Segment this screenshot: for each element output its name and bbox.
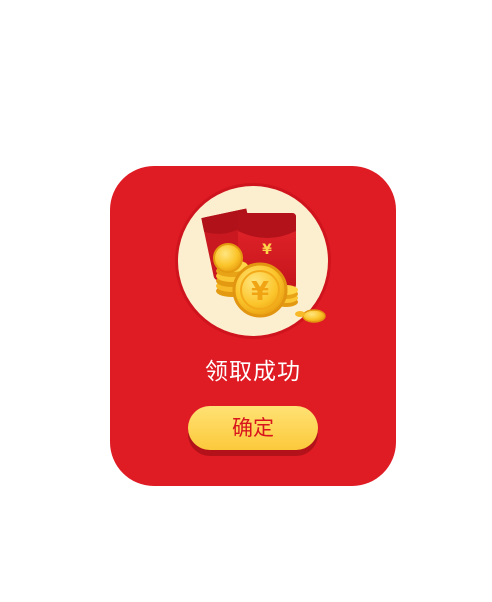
confirm-button-wrap: 确定: [188, 406, 318, 456]
confirm-button[interactable]: 确定: [188, 406, 318, 450]
screen: ¥ ¥ 领取成功 确定: [0, 0, 492, 602]
red-envelope-coins-icon: ¥ ¥: [201, 208, 326, 323]
illustration-badge: ¥ ¥: [178, 186, 328, 336]
success-title: 领取成功: [205, 359, 301, 385]
coin-yen-symbol: ¥: [251, 277, 269, 307]
success-dialog: ¥ ¥ 领取成功 确定: [110, 166, 396, 486]
envelope-yen-symbol: ¥: [262, 242, 272, 258]
